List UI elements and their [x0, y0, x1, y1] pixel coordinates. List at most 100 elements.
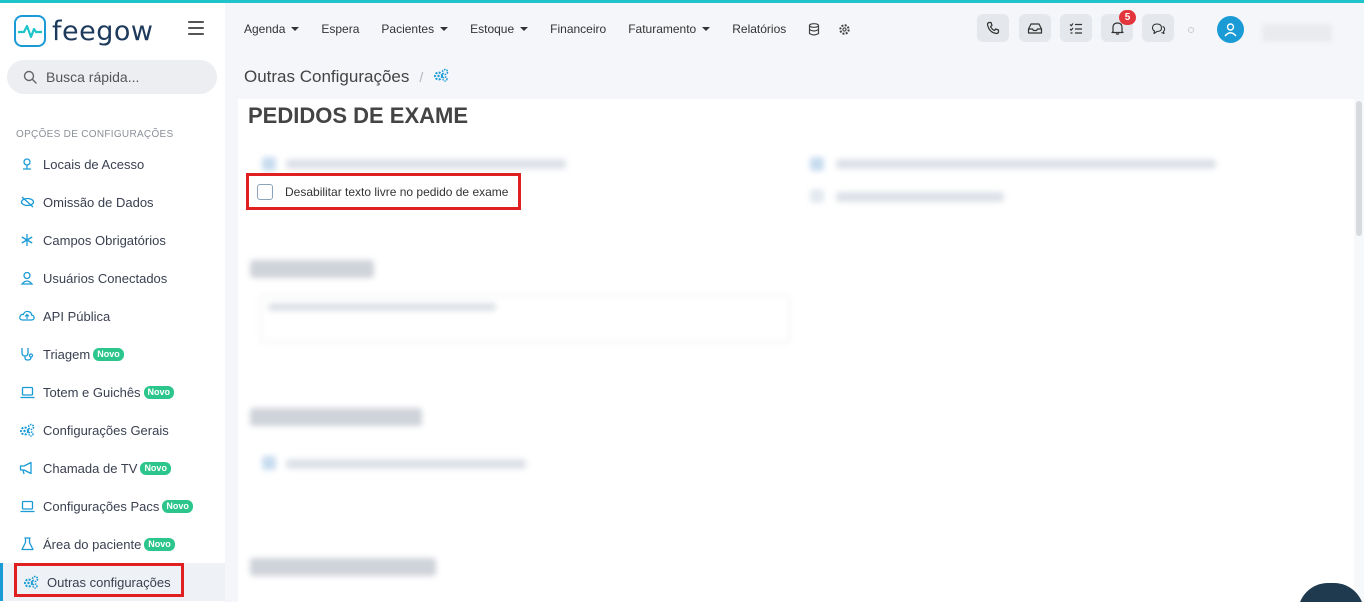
blurred-checkbox — [810, 157, 824, 171]
quick-search[interactable] — [7, 60, 217, 94]
breadcrumb-separator: / — [419, 69, 424, 85]
chat-button[interactable] — [1142, 14, 1174, 42]
blurred-text — [286, 159, 566, 169]
checklist-icon — [1069, 22, 1082, 34]
checkbox-label: Desabilitar texto livre no pedido de exa… — [285, 184, 509, 199]
phone-icon — [986, 21, 1000, 35]
active-item-highlight — [14, 563, 184, 597]
sidebar-item-label: Totem e Guichês — [43, 384, 141, 400]
sidebar-item-area-do-paciente[interactable]: Área do paciente Novo — [0, 525, 225, 563]
gears-icon — [18, 421, 36, 439]
blurred-checkbox — [810, 189, 824, 203]
blurred-heading — [250, 558, 436, 576]
new-badge: Novo — [143, 385, 175, 399]
nav-faturamento[interactable]: Faturamento — [628, 22, 711, 36]
nav-relatorios[interactable]: Relatórios — [732, 22, 786, 36]
sidebar-item-api-publica[interactable]: API Pública — [0, 297, 225, 335]
scrollbar[interactable] — [1354, 99, 1364, 602]
caret-down-icon — [440, 27, 449, 31]
breadcrumb: Outras Configurações / — [232, 55, 1364, 99]
nav-estoque[interactable]: Estoque — [470, 22, 529, 36]
sidebar-section-title: OPÇÕES DE CONFIGURAÇÕES — [16, 129, 174, 140]
menu-toggle-icon[interactable] — [188, 21, 204, 35]
nav-label: Agenda — [244, 22, 286, 36]
scrollbar-thumb[interactable] — [1356, 101, 1362, 236]
sidebar-item-label: Locais de Acesso — [43, 156, 145, 172]
sidebar-item-label: Usuários Conectados — [43, 270, 168, 286]
nav-agenda[interactable]: Agenda — [244, 22, 300, 36]
new-badge: Novo — [144, 537, 175, 551]
logo-text: feegow — [52, 15, 154, 47]
megaphone-icon — [18, 459, 36, 477]
username-redacted — [1262, 24, 1332, 42]
caret-down-icon — [291, 27, 300, 31]
database-icon[interactable] — [808, 22, 822, 36]
inbox-button[interactable] — [1019, 14, 1051, 42]
notification-count-badge: 5 — [1119, 10, 1136, 25]
caret-down-icon — [520, 27, 529, 31]
avatar[interactable] — [1217, 16, 1244, 43]
cloud-upload-icon — [18, 307, 36, 325]
sidebar-item-campos-obrigatorios[interactable]: Campos Obrigatórios — [0, 221, 225, 259]
app-logo[interactable]: feegow — [14, 15, 153, 47]
nav-label: Espera — [321, 22, 360, 36]
section-heading: PEDIDOS DE EXAME — [248, 103, 469, 128]
settings-gear-icon[interactable] — [838, 22, 852, 36]
sidebar-item-totem-e-guiches[interactable]: Totem e Guichês Novo — [0, 373, 225, 411]
gears-icon — [433, 68, 449, 87]
laptop-icon — [18, 497, 36, 515]
chat-icon — [1151, 22, 1165, 34]
sidebar-item-label: Configurações Pacs — [43, 498, 160, 514]
new-badge: Novo — [162, 499, 193, 513]
blurred-heading — [250, 260, 374, 278]
inbox-icon — [1027, 22, 1043, 34]
nav-pacientes[interactable]: Pacientes — [381, 22, 449, 36]
sidebar: feegow OPÇÕES DE CONFIGURAÇÕES Locais de… — [0, 3, 225, 602]
asterisk-icon — [18, 231, 36, 249]
new-badge: Novo — [140, 461, 171, 475]
phone-button[interactable] — [977, 14, 1009, 42]
nav-label: Relatórios — [732, 22, 787, 36]
sidebar-item-label: Chamada de TV — [43, 460, 138, 476]
sidebar-item-omissao-de-dados[interactable]: Omissão de Dados — [0, 183, 225, 221]
logo-pulse-icon — [14, 15, 46, 47]
sidebar-menu: Locais de Acesso Omissão de Dados Campos… — [0, 145, 225, 601]
flask-icon — [18, 535, 36, 553]
nav-espera[interactable]: Espera — [321, 22, 359, 36]
tasks-button[interactable] — [1060, 14, 1092, 42]
sidebar-item-label: Omissão de Dados — [43, 194, 154, 210]
nav-label: Faturamento — [628, 22, 697, 36]
sidebar-item-locais-de-acesso[interactable]: Locais de Acesso — [0, 145, 225, 183]
disable-free-text-checkbox[interactable] — [257, 183, 273, 200]
nav-label: Pacientes — [381, 22, 435, 36]
nav-label: Estoque — [470, 22, 515, 36]
sidebar-item-configuracoes-gerais[interactable]: Configurações Gerais — [0, 411, 225, 449]
sidebar-item-label: Configurações Gerais — [43, 422, 169, 438]
location-pin-icon — [18, 155, 36, 173]
user-icon — [18, 269, 36, 287]
caret-down-icon — [702, 27, 711, 31]
blurred-heading — [250, 408, 422, 426]
laptop-icon — [18, 383, 36, 401]
blurred-text — [836, 192, 1004, 202]
eye-slash-icon — [18, 193, 36, 211]
blurred-checkbox — [262, 157, 276, 171]
sidebar-item-configuracoes-pacs[interactable]: Configurações Pacs Novo — [0, 487, 225, 525]
disable-free-text-option[interactable]: Desabilitar texto livre no pedido de exa… — [246, 173, 521, 210]
sidebar-item-triagem[interactable]: Triagem Novo — [0, 335, 225, 373]
sidebar-item-label: Triagem — [43, 346, 91, 362]
sidebar-item-usuarios-conectados[interactable]: Usuários Conectados — [0, 259, 225, 297]
search-icon — [23, 70, 37, 84]
sidebar-item-chamada-de-tv[interactable]: Chamada de TV Novo — [0, 449, 225, 487]
sidebar-item-label: API Pública — [43, 308, 111, 324]
blurred-text — [268, 303, 496, 311]
status-indicator — [1188, 27, 1194, 33]
page-title: Outras Configurações — [244, 67, 410, 86]
nav-label: Financeiro — [550, 22, 607, 36]
blurred-text — [836, 159, 1216, 169]
sidebar-item-label: Área do paciente — [43, 536, 142, 552]
nav-financeiro[interactable]: Financeiro — [550, 22, 606, 36]
search-input[interactable] — [46, 69, 196, 85]
user-icon — [1224, 23, 1237, 37]
top-navigation: Agenda Espera Pacientes Estoque Financei… — [232, 3, 1364, 55]
